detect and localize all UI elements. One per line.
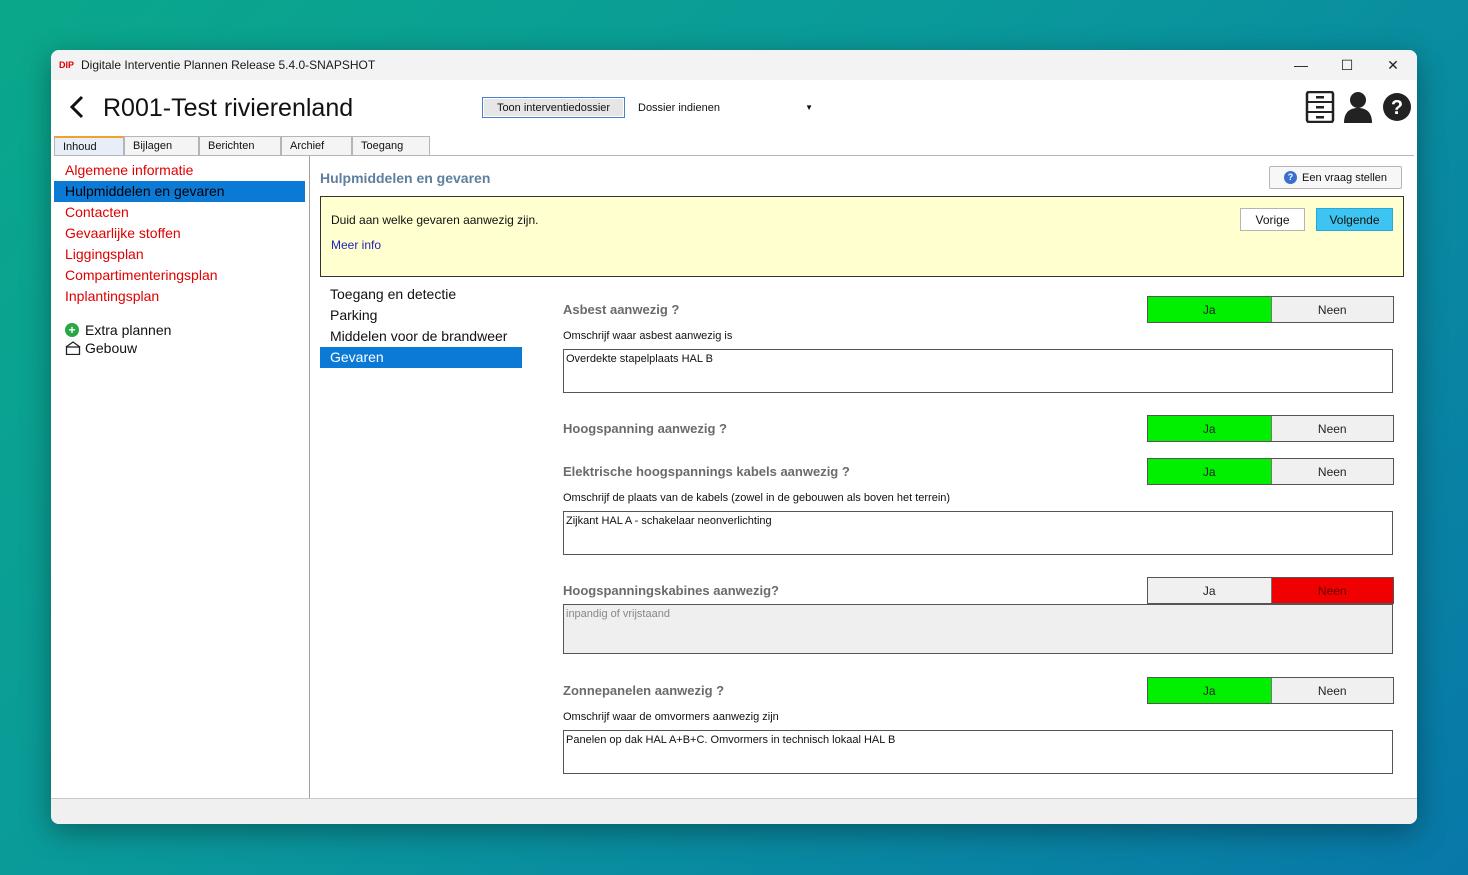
svg-text:?: ? [1391,97,1403,119]
caret-down-icon: ▼ [805,103,813,112]
zonnepanelen-description-label: Omschrijf waar de omvormers aanwezig zij… [563,711,779,723]
window-title: Digitale Interventie Plannen Release 5.4… [81,58,376,72]
help-icon[interactable]: ? [1382,91,1412,123]
subnav-gevaren[interactable]: Gevaren [320,347,522,368]
close-button[interactable]: ✕ [1370,50,1416,80]
zonnepanelen-no-option[interactable]: Neen [1270,678,1393,703]
kabels-toggle: Ja Neen [1147,458,1394,485]
tab-inhoud[interactable]: Inhoud [54,136,124,156]
hoogspanning-toggle: Ja Neen [1147,415,1394,442]
zonnepanelen-question: Zonnepanelen aanwezig ? [563,683,725,698]
zonnepanelen-toggle: Ja Neen [1147,677,1394,704]
tab-bijlagen[interactable]: Bijlagen [124,136,199,155]
extra-plannen-item[interactable]: + Extra plannen [54,321,309,339]
app-window: DIP Digitale Interventie Plannen Release… [51,50,1417,824]
ask-question-label: Een vraag stellen [1302,171,1387,184]
kabines-toggle: Ja Neen [1147,577,1394,604]
user-icon[interactable] [1343,91,1373,123]
hoogspanning-question: Hoogspanning aanwezig ? [563,421,727,436]
subnav-middelen-brandweer[interactable]: Middelen voor de brandweer [320,326,522,347]
asbest-description-field[interactable]: Overdekte stapelplaats HAL B [563,349,1393,393]
maximize-button[interactable]: ☐ [1324,50,1370,80]
kabines-description-field: inpandig of vrijstaand [563,604,1393,654]
sidebar-item-inplantingsplan[interactable]: Inplantingsplan [54,286,309,307]
back-button[interactable] [69,92,85,128]
kabels-yes-option[interactable]: Ja [1148,459,1271,484]
header: R001-Test rivierenland Toon interventied… [51,80,1417,138]
gebouw-item[interactable]: Gebouw [54,339,309,357]
asbest-no-option[interactable]: Neen [1270,297,1393,322]
sidebar-item-algemene-informatie[interactable]: Algemene informatie [54,160,309,181]
sidebar-item-gevaarlijke-stoffen[interactable]: Gevaarlijke stoffen [54,223,309,244]
title-bar: DIP Digitale Interventie Plannen Release… [51,50,1417,80]
hoogspanning-yes-option[interactable]: Ja [1148,416,1271,441]
zonnepanelen-description-field[interactable]: Panelen op dak HAL A+B+C. Omvormers in t… [563,730,1393,774]
tab-bar: Inhoud Bijlagen Berichten Archief Toegan… [54,136,430,156]
gebouw-label: Gebouw [85,340,138,356]
ask-question-button[interactable]: ? Een vraag stellen [1269,166,1402,189]
tab-berichten[interactable]: Berichten [199,136,281,155]
kabines-yes-option[interactable]: Ja [1148,578,1271,603]
sidebar-item-liggingsplan[interactable]: Liggingsplan [54,244,309,265]
kabines-question: Hoogspanningskabines aanwezig? [563,583,779,598]
show-dossier-button[interactable]: Toon interventiedossier [482,97,625,118]
page-title: R001-Test rivierenland [103,94,354,122]
sub-navigation: Toegang en detectie Parking Middelen voo… [320,284,522,368]
extra-plannen-label: Extra plannen [85,322,172,338]
previous-button[interactable]: Vorige [1240,208,1305,231]
question-icon: ? [1284,171,1297,184]
meer-info-link[interactable]: Meer info [331,238,381,252]
asbest-toggle: Ja Neen [1147,296,1394,323]
kabels-no-option[interactable]: Neen [1270,459,1393,484]
hoogspanning-no-option[interactable]: Neen [1270,416,1393,441]
tab-toegang[interactable]: Toegang [352,136,430,155]
chevron-left-icon [69,95,84,119]
dossier-dropdown-value: Dossier indienen [638,102,720,114]
tab-archief[interactable]: Archief [281,136,352,155]
zonnepanelen-yes-option[interactable]: Ja [1148,678,1271,703]
cabinet-icon[interactable] [1305,90,1335,124]
asbest-yes-option[interactable]: Ja [1148,297,1271,322]
minimize-button[interactable]: — [1278,50,1324,80]
sidebar-item-hulpmiddelen-en-gevaren[interactable]: Hulpmiddelen en gevaren [54,181,305,202]
dossier-dropdown[interactable]: Dossier indienen ▼ [638,99,813,117]
info-box: Duid aan welke gevaren aanwezig zijn. Me… [320,196,1404,277]
section-title: Hulpmiddelen en gevaren [320,170,491,186]
subnav-parking[interactable]: Parking [320,305,522,326]
status-bar [51,798,1417,824]
info-text: Duid aan welke gevaren aanwezig zijn. [331,213,539,227]
asbest-question: Asbest aanwezig ? [563,302,680,317]
kabels-description-field[interactable]: Zijkant HAL A - schakelaar neonverlichti… [563,511,1393,555]
main-content: Hulpmiddelen en gevaren ? Een vraag stel… [311,156,1417,798]
app-logo-icon: DIP [59,60,75,70]
kabines-no-option[interactable]: Neen [1270,578,1393,603]
sidebar-item-contacten[interactable]: Contacten [54,202,309,223]
sidebar: Algemene informatie Hulpmiddelen en geva… [54,156,310,798]
kabels-question: Elektrische hoogspannings kabels aanwezi… [563,464,850,479]
asbest-description-label: Omschrijf waar asbest aanwezig is [563,330,733,342]
next-button[interactable]: Volgende [1316,208,1393,231]
subnav-toegang-en-detectie[interactable]: Toegang en detectie [320,284,522,305]
plus-icon: + [65,323,79,337]
house-icon [65,341,81,355]
kabels-description-label: Omschrijf de plaats van de kabels (zowel… [563,492,951,504]
sidebar-item-compartimenteringsplan[interactable]: Compartimenteringsplan [54,265,309,286]
